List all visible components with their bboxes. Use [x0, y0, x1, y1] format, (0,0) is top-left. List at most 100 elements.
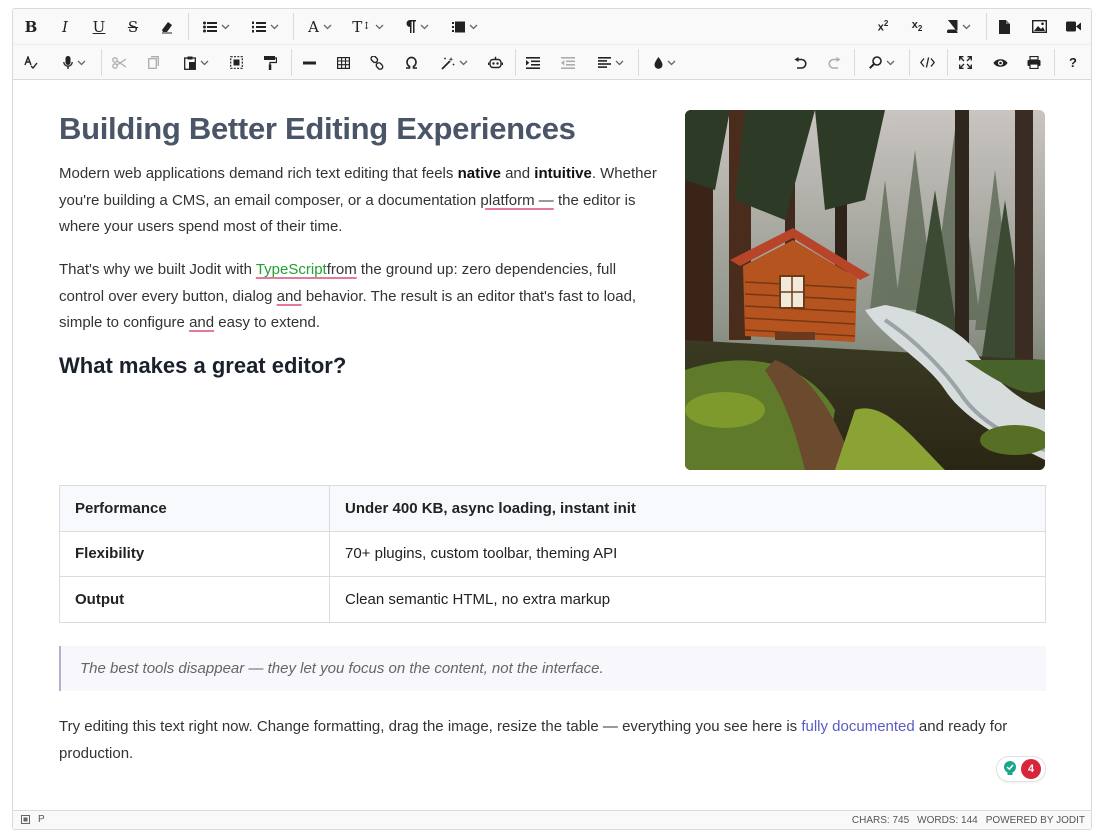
table-cell[interactable]: Output	[59, 576, 330, 623]
image-button[interactable]	[1027, 13, 1051, 40]
spelling-error-text[interactable]: from	[327, 261, 357, 278]
font-size-button[interactable]: T ↕	[348, 13, 388, 40]
powered-by-link[interactable]: POWERED BY JODIT	[986, 815, 1085, 826]
bold-button[interactable]: B	[19, 13, 43, 40]
typescript-link[interactable]: TypeScript	[256, 261, 327, 278]
paste-button[interactable]	[175, 49, 217, 76]
ordered-list-button[interactable]	[245, 13, 285, 40]
special-character-button[interactable]	[399, 49, 423, 76]
fullscreen-icon	[958, 56, 972, 69]
chevron-down-icon	[886, 60, 895, 65]
source-code-button[interactable]	[915, 49, 939, 76]
copy-format-button[interactable]	[258, 49, 282, 76]
table-cell[interactable]: Clean semantic HTML, no extra markup	[329, 576, 1046, 623]
table-button[interactable]	[331, 49, 355, 76]
chevron-down-icon	[270, 24, 278, 29]
unordered-list-icon	[202, 21, 217, 32]
toolbar: B I U S A T ↕ x2 x2 ?	[13, 9, 1091, 80]
issue-count: 4	[1021, 759, 1041, 779]
toolbar-row-1: B I U S A T ↕ x2 x2	[13, 9, 1091, 44]
select-all-icon	[229, 56, 243, 69]
line-height-icon	[452, 21, 465, 32]
cabin-image[interactable]	[685, 110, 1045, 470]
spellcheck-button[interactable]	[19, 49, 43, 76]
ai-assistant-button[interactable]	[433, 49, 475, 76]
table-row: Performance Under 400 KB, async loading,…	[59, 485, 1046, 532]
speech-recognize-button[interactable]	[53, 49, 95, 76]
redo-button[interactable]	[822, 49, 846, 76]
features-table[interactable]: Performance Under 400 KB, async loading,…	[59, 485, 1046, 623]
settings-icon[interactable]	[21, 815, 30, 824]
align-button[interactable]	[590, 49, 632, 76]
font-family-button[interactable]: A	[300, 13, 340, 40]
fullscreen-button[interactable]	[953, 49, 977, 76]
outdent-button[interactable]	[556, 49, 580, 76]
status-bar: P CHARS: 745 WORDS: 144 POWERED BY JODIT	[13, 810, 1091, 829]
chevron-down-icon	[962, 24, 971, 29]
link-button[interactable]	[365, 49, 389, 76]
preview-button[interactable]	[988, 49, 1012, 76]
text-run: Try editing this text right now. Change …	[59, 718, 802, 735]
separator	[188, 13, 189, 40]
robot-icon	[487, 56, 503, 69]
font-label: A	[308, 17, 319, 36]
lightbulb-icon	[1004, 761, 1016, 775]
separator	[854, 49, 855, 76]
copy-button[interactable]	[141, 49, 165, 76]
unordered-list-button[interactable]	[196, 13, 236, 40]
text-run: and	[500, 165, 535, 182]
paste-icon	[183, 56, 196, 70]
spelling-error-text[interactable]: and	[277, 288, 302, 305]
table-cell[interactable]: Under 400 KB, async loading, instant ini…	[329, 485, 1046, 532]
chevron-down-icon	[615, 60, 624, 65]
documentation-link[interactable]: fully documented	[801, 718, 914, 735]
subscript-button[interactable]: x2	[905, 13, 929, 40]
italic-label: I	[62, 17, 68, 36]
table-row: Output Clean semantic HTML, no extra mar…	[59, 576, 1046, 623]
subscript-mark: 2	[917, 24, 923, 34]
eraser-button[interactable]	[155, 13, 179, 40]
print-button[interactable]	[1022, 49, 1046, 76]
bold-text: native	[457, 165, 501, 182]
table-cell[interactable]: 70+ plugins, custom toolbar, theming API	[329, 530, 1046, 577]
paragraph-button[interactable]	[397, 13, 437, 40]
underline-button[interactable]: U	[87, 13, 111, 40]
jodit-editor: B I U S A T ↕ x2 x2 ? Building Better Ed…	[12, 8, 1092, 830]
table-cell[interactable]: Performance	[59, 485, 330, 532]
video-button[interactable]	[1061, 13, 1085, 40]
search-button[interactable]	[861, 49, 903, 76]
spelling-error-text[interactable]: and	[189, 314, 214, 331]
line-height-button[interactable]	[445, 13, 485, 40]
select-all-button[interactable]	[224, 49, 248, 76]
ai-commands-button[interactable]	[483, 49, 507, 76]
file-button[interactable]	[939, 13, 979, 40]
separator	[986, 13, 987, 40]
file-upload-button[interactable]	[992, 13, 1016, 40]
spellcheck-icon	[24, 56, 38, 69]
text-color-button[interactable]	[644, 49, 686, 76]
indent-button[interactable]	[521, 49, 545, 76]
grammar-assistant-badge[interactable]: 4	[996, 756, 1046, 782]
chevron-down-icon	[221, 24, 229, 29]
horizontal-rule-button[interactable]	[297, 49, 321, 76]
status-left: P	[21, 814, 45, 825]
text-run: easy to extend.	[214, 314, 321, 331]
cut-button[interactable]	[107, 49, 131, 76]
element-path[interactable]: P	[38, 814, 45, 825]
superscript-button[interactable]: x2	[871, 13, 895, 40]
about-button[interactable]: ?	[1061, 49, 1085, 76]
italic-button[interactable]: I	[53, 13, 77, 40]
spelling-error-text[interactable]: platform —	[480, 192, 553, 209]
toolbar-row-2: ?	[13, 44, 1091, 79]
section-heading: What makes a great editor?	[59, 353, 347, 378]
chevron-down-icon	[375, 24, 384, 29]
image-icon	[1031, 20, 1047, 33]
editor-content[interactable]: Building Better Editing Experiences Mode…	[13, 81, 1091, 811]
table-cell[interactable]: Flexibility	[59, 530, 330, 577]
undo-button[interactable]	[788, 49, 812, 76]
underline-label: U	[92, 17, 106, 36]
text-run: Modern web applications demand rich text…	[59, 165, 458, 182]
separator	[291, 49, 292, 76]
separator	[947, 49, 948, 76]
strikethrough-button[interactable]: S	[121, 13, 145, 40]
